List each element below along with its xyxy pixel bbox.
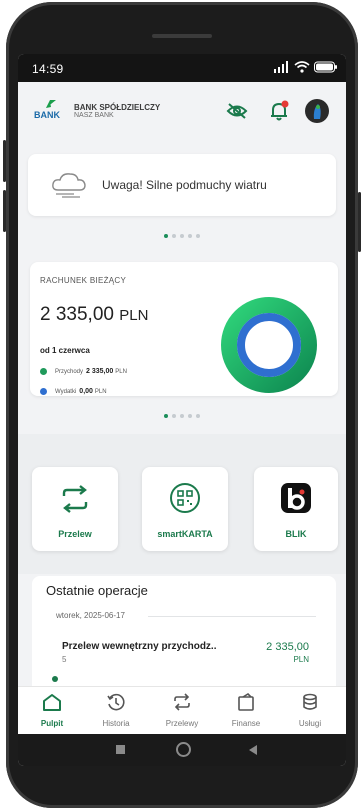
pager-dot [172,234,176,238]
date-divider [148,616,316,617]
pager-dot [188,414,192,418]
income-label: Przychody [55,368,84,375]
back-button[interactable] [248,744,258,756]
alert-pager-dots [164,234,200,238]
expense-dot [40,388,47,395]
qr-code-icon [170,483,200,513]
volume-down-button [3,190,6,232]
app-screen: 14:59 BANK BANK SPÓŁDZIELCZY NASZ BANK U… [18,54,346,766]
blik-icon [281,483,311,513]
pager-dot [164,234,168,238]
transfer-arrows-icon [62,485,88,513]
services-icon [303,693,317,710]
smartkarta-tile[interactable]: smartKARTA [142,467,228,551]
finance-icon [238,692,254,711]
nav-uslugi[interactable]: Usługi [284,693,336,728]
expense-currency: PLN [94,388,107,395]
volume-up-button [3,140,6,182]
expense-label: Wydatki [55,388,77,395]
bank-name: BANK SPÓŁDZIELCZY [74,103,161,112]
income-dot [40,368,47,375]
avatar [305,99,329,123]
bank-logo-mark: BANK [34,100,60,120]
notifications-button[interactable] [266,98,292,124]
alert-text: Uwaga! Silne podmuchy wiatru [102,178,267,192]
wind-cloud-icon [52,173,86,198]
blik-tile[interactable]: BLIK [254,467,338,551]
status-time: 14:59 [32,62,64,76]
income-expense-donut [221,297,317,393]
svg-text:BANK: BANK [34,110,60,120]
bell-icon [271,100,289,121]
nav-finanse-label: Finanse [231,719,261,728]
operation-amount: 2 335,00 [266,641,309,653]
pager-dot [196,234,200,238]
transfer-tile-label: Przelew [58,529,92,539]
pager-dot [172,414,176,418]
operation-currency: PLN [293,655,309,664]
nav-przelewy[interactable]: Przelewy [156,693,208,728]
expense-legend: Wydatki 0,00 PLN [40,388,107,395]
history-icon [107,693,125,711]
nav-pulpit-label: Pulpit [40,719,64,728]
balance-value: 2 335,00 [40,304,114,325]
home-icon [43,694,61,711]
operation-subtitle: 5 [62,655,67,664]
income-value: 2 335,00 [86,368,114,375]
operation-title: Przelew wewnętrzny przychodz.. [62,641,217,652]
pager-dot [196,414,200,418]
nav-finanse[interactable]: Finanse [220,692,272,728]
account-pager-dots [164,414,200,418]
account-period: od 1 czerwca [40,346,90,355]
balance-currency: PLN [119,307,149,324]
smartkarta-tile-label: smartKARTA [157,529,213,539]
speaker-slot [152,34,212,38]
signal-icon [274,61,288,73]
account-balance: 2 335,00 PLN [40,304,148,326]
eye-slash-icon [226,103,248,119]
wifi-icon [294,61,310,73]
income-currency: PLN [115,368,127,375]
account-title: RACHUNEK BIEŻĄCY [40,276,127,285]
nav-historia-label: Historia [102,719,130,728]
nav-pulpit[interactable]: Pulpit [26,693,78,728]
expense-value: 0,00 [79,388,93,395]
hide-balance-button[interactable] [224,98,250,124]
scroll-indicator-dot [52,676,58,682]
recent-operations-title: Ostatnie operacje [46,583,148,598]
bottom-navigation: Pulpit Historia Przelewy Finanse Usługi [18,686,346,735]
pager-dot [188,234,192,238]
pager-dot [180,234,184,238]
pager-dot [180,414,184,418]
bank-subtitle: NASZ BANK [74,112,114,119]
battery-icon [314,61,337,73]
transfer-tile[interactable]: Przelew [32,467,118,551]
nav-historia[interactable]: Historia [90,693,142,728]
pager-dot [164,414,168,418]
status-bar: 14:59 [18,54,346,82]
status-icons [274,61,338,73]
blik-tile-label: BLIK [285,529,307,539]
nav-uslugi-label: Usługi [298,719,322,728]
system-navigation-bar [18,734,346,766]
profile-avatar-button[interactable] [304,98,330,124]
income-legend: Przychody 2 335,00 PLN [40,368,127,375]
home-button[interactable] [176,742,191,757]
app-header: BANK BANK SPÓŁDZIELCZY NASZ BANK [18,82,346,144]
transfers-icon [174,693,190,711]
nav-przelewy-label: Przelewy [165,719,199,728]
recent-apps-button[interactable] [116,745,125,754]
weather-alert-card[interactable]: Uwaga! Silne podmuchy wiatru [28,154,336,216]
operations-date: wtorek, 2025-06-17 [56,611,125,620]
power-button [358,192,361,252]
bank-logo: BANK [32,98,70,125]
